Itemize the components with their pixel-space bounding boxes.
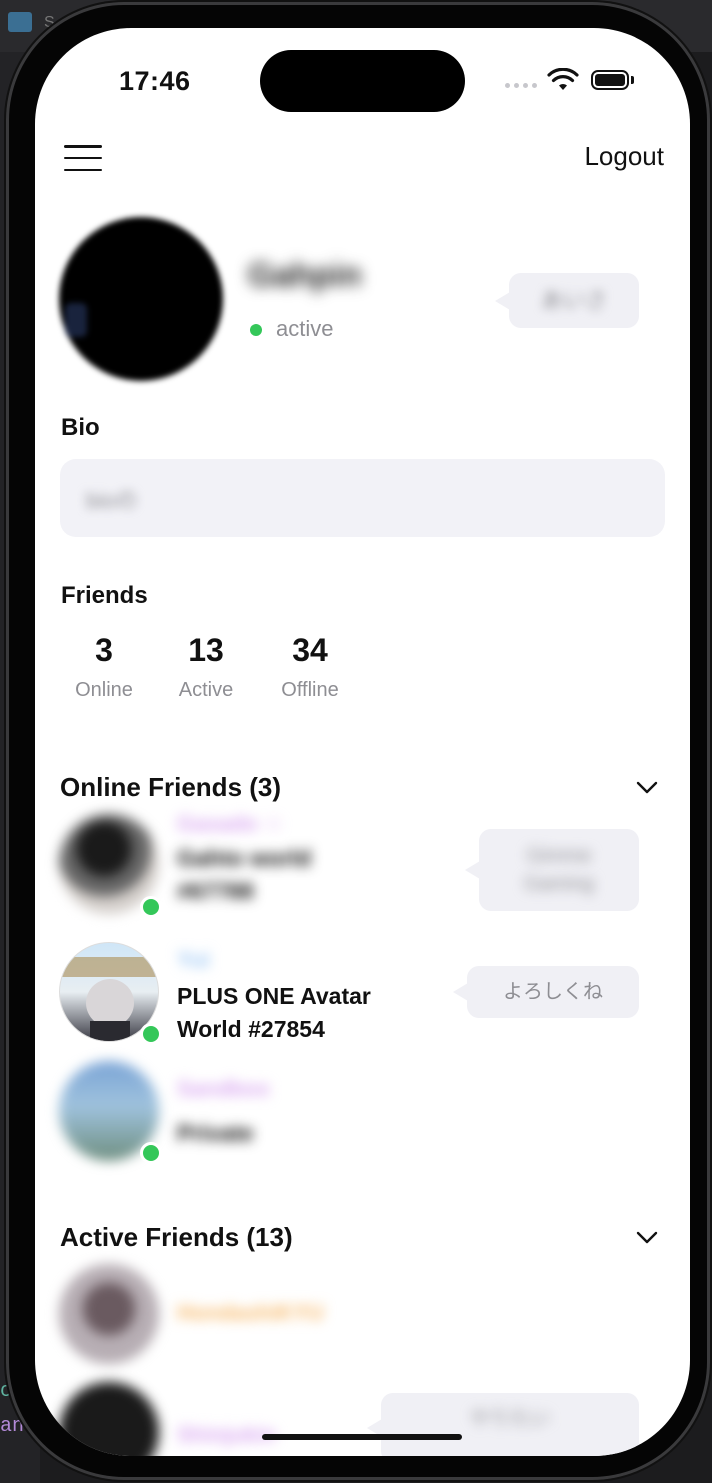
- profile-display-name: Gahpin: [248, 256, 362, 293]
- friend-message-line1: やりたい: [470, 1408, 550, 1430]
- friend-location-line2: #67788: [177, 878, 254, 904]
- friend-message-bubble: Gimme Gaming: [479, 829, 639, 911]
- stat-offline-label: Offline: [281, 679, 339, 701]
- profile-avatar[interactable]: [59, 217, 223, 381]
- online-status-dot: [140, 1023, 162, 1045]
- friend-avatar: [59, 1264, 159, 1364]
- status-message-bubble[interactable]: あいさ: [509, 273, 639, 328]
- active-friends-header[interactable]: Active Friends (13): [60, 1222, 293, 1253]
- phone-frame: 17:46 Logout Gahpin active あいさ Bio bioの …: [6, 2, 710, 1480]
- friend-name: Gasado ☆: [177, 811, 284, 836]
- stat-offline-count: 34: [292, 632, 328, 668]
- dynamic-island: [260, 50, 465, 112]
- status-indicator-dot: [250, 324, 262, 336]
- stat-online-label: Online: [75, 679, 133, 701]
- stat-online-count: 3: [95, 632, 113, 668]
- phone-screen: 17:46 Logout Gahpin active あいさ Bio bioの …: [35, 28, 690, 1456]
- profile-status-text: active: [276, 316, 334, 341]
- online-friends-header[interactable]: Online Friends (3): [60, 772, 281, 803]
- stat-active-label: Active: [178, 679, 234, 701]
- status-bar-time: 17:46: [119, 66, 191, 96]
- friend-message-bubble: よろしくね: [467, 966, 639, 1018]
- online-status-dot: [140, 1142, 162, 1164]
- bio-text: bioの: [86, 488, 138, 513]
- friend-location-line1: Private: [177, 1120, 254, 1146]
- stat-active-count: 13: [188, 632, 224, 668]
- friends-label: Friends: [61, 582, 148, 609]
- battery-tip: [631, 76, 634, 84]
- logout-button[interactable]: Logout: [584, 141, 664, 172]
- bio-field[interactable]: bioの: [60, 459, 665, 537]
- friend-location-line2: World #27854: [177, 1016, 325, 1042]
- friend-row-online-1[interactable]: Gasado ☆ Gahto world #67788 Gimme Gaming: [35, 811, 690, 924]
- friend-location-line1: Gahto world: [177, 845, 312, 871]
- friend-name: Sandbox: [177, 1076, 270, 1101]
- friend-row-active-1[interactable]: HondashiKYU: [35, 1264, 690, 1374]
- friend-message-line1: よろしくね: [503, 981, 603, 1003]
- bio-label: Bio: [61, 414, 100, 441]
- friend-message-line1: Gimme: [526, 845, 592, 867]
- stat-active: 13 Active: [161, 632, 251, 702]
- chevron-down-icon[interactable]: [636, 1226, 658, 1248]
- friend-name: Yui: [177, 947, 211, 972]
- friend-message-line2: Gaming: [523, 873, 595, 895]
- friend-location-line1: PLUS ONE Avatar: [177, 983, 371, 1009]
- home-indicator[interactable]: [262, 1434, 462, 1440]
- hamburger-menu-icon[interactable]: [64, 145, 102, 171]
- stat-offline: 34 Offline: [265, 632, 355, 702]
- friend-row-online-2[interactable]: Yui PLUS ONE Avatar World #27854 よろしくね: [35, 942, 690, 1052]
- friend-name: Shinjukin: [177, 1422, 276, 1447]
- friend-name: HondashiKYU: [177, 1300, 324, 1325]
- status-message-text: あいさ: [540, 288, 607, 313]
- chevron-down-icon[interactable]: [636, 776, 658, 798]
- folder-icon: [8, 12, 32, 32]
- friend-row-online-3[interactable]: Sandbox Private: [35, 1061, 690, 1171]
- online-status-dot: [140, 896, 162, 918]
- battery-icon: [591, 70, 629, 90]
- friend-message-bubble: やりたい: [381, 1393, 639, 1456]
- cellular-signal-icon: [505, 83, 537, 88]
- wifi-icon: [547, 68, 579, 90]
- stat-online: 3 Online: [59, 632, 149, 702]
- friend-row-active-2[interactable]: Shinjukin やりたい: [35, 1382, 690, 1456]
- friend-avatar: [59, 1382, 159, 1456]
